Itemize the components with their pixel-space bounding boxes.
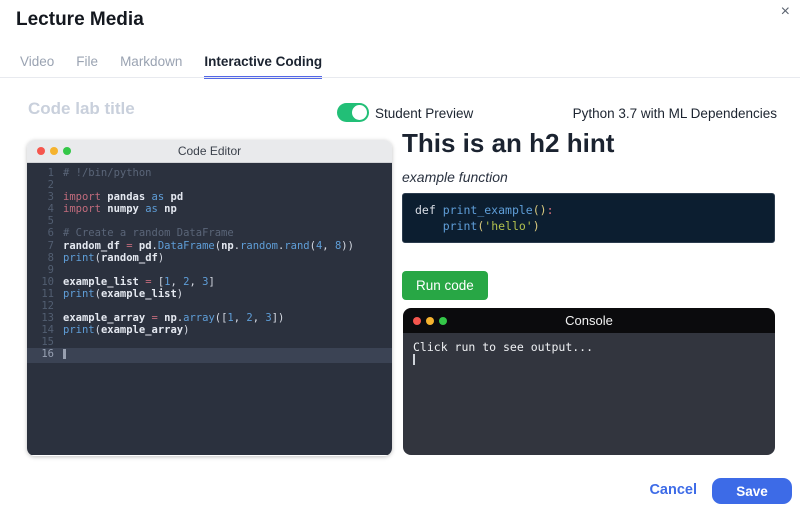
traffic-light-green-icon bbox=[63, 147, 71, 155]
code-line: 1 # !/bin/python bbox=[47, 167, 152, 179]
code-line: 15 bbox=[41, 336, 54, 349]
console-titlebar: Console bbox=[403, 308, 775, 333]
code-line: 9 bbox=[47, 263, 54, 276]
traffic-light-red-icon bbox=[413, 316, 421, 325]
snippet-line: print('hello') bbox=[442, 219, 540, 233]
code-line: 10 example_list = [1, 2, 3] bbox=[41, 275, 215, 288]
console-title: Console bbox=[565, 313, 613, 328]
code-line: 13 example_array = np.array([1, 2, 3]) bbox=[41, 312, 285, 325]
student-preview-toggle[interactable] bbox=[337, 103, 369, 122]
save-button[interactable]: Save bbox=[712, 478, 792, 504]
code-line: 7 random_df = pd.DataFrame(np.random.rand… bbox=[47, 239, 354, 252]
run-code-button[interactable]: Run code bbox=[402, 271, 488, 300]
code-editor-titlebar: Code Editor bbox=[27, 140, 392, 163]
code-line: 16 bbox=[27, 348, 392, 363]
tab-file[interactable]: File bbox=[76, 54, 98, 79]
close-icon[interactable]: × bbox=[781, 3, 790, 21]
code-line: 6 # Create a random DataFrame bbox=[47, 227, 234, 240]
code-editor-body[interactable]: 1 # !/bin/python 2 3 import pandas as pd 4 imp… bbox=[27, 163, 392, 455]
code-line: 12 bbox=[41, 300, 54, 313]
code-line: 5 bbox=[47, 215, 54, 228]
traffic-light-yellow-icon bbox=[426, 316, 434, 325]
console-traffic-lights bbox=[413, 316, 447, 325]
snippet-line: def print_example(): bbox=[415, 203, 554, 217]
traffic-light-yellow-icon bbox=[50, 147, 58, 155]
console-output-line: Click run to see output... bbox=[413, 340, 594, 354]
code-editor-window: Code Editor 1 # !/bin/python 2 3 import pand… bbox=[27, 140, 392, 456]
code-line: 11 print(example_list) bbox=[41, 287, 184, 300]
code-editor-title: Code Editor bbox=[177, 144, 242, 158]
traffic-light-red-icon bbox=[37, 147, 45, 155]
example-code-snippet: def print_example(): print('hello') bbox=[402, 193, 775, 243]
console-cursor bbox=[413, 354, 415, 365]
tab-divider bbox=[0, 77, 800, 78]
code-line: 14 print(example_array) bbox=[41, 324, 190, 337]
tab-markdown[interactable]: Markdown bbox=[120, 54, 182, 79]
hint-subheading: example function bbox=[402, 169, 508, 185]
tab-bar: Video File Markdown Interactive Coding bbox=[20, 54, 323, 79]
code-lab-title-input[interactable] bbox=[28, 99, 318, 119]
console-window: Console Click run to see output... bbox=[403, 308, 775, 455]
traffic-light-green-icon bbox=[439, 316, 447, 325]
editor-cursor bbox=[63, 349, 66, 360]
code-line: 8 print(random_df) bbox=[47, 251, 165, 264]
code-line: 2 bbox=[47, 179, 54, 192]
cancel-button[interactable]: Cancel bbox=[649, 482, 697, 498]
code-line: 3 import pandas as pd bbox=[47, 191, 184, 204]
tab-video[interactable]: Video bbox=[20, 54, 54, 79]
toggle-knob-icon bbox=[352, 105, 367, 120]
tab-interactive-coding[interactable]: Interactive Coding bbox=[204, 54, 323, 79]
page-title: Lecture Media bbox=[16, 9, 144, 30]
traffic-lights bbox=[37, 147, 71, 155]
code-line: 4 import numpy as np bbox=[47, 203, 177, 216]
hint-heading: This is an h2 hint bbox=[402, 128, 615, 158]
lecture-media-modal: Lecture Media × Video File Markdown Interac… bbox=[0, 0, 800, 508]
console-output: Click run to see output... bbox=[403, 333, 775, 455]
runtime-label: Python 3.7 with ML Dependencies bbox=[572, 106, 777, 121]
student-preview-label: Student Preview bbox=[375, 106, 474, 121]
